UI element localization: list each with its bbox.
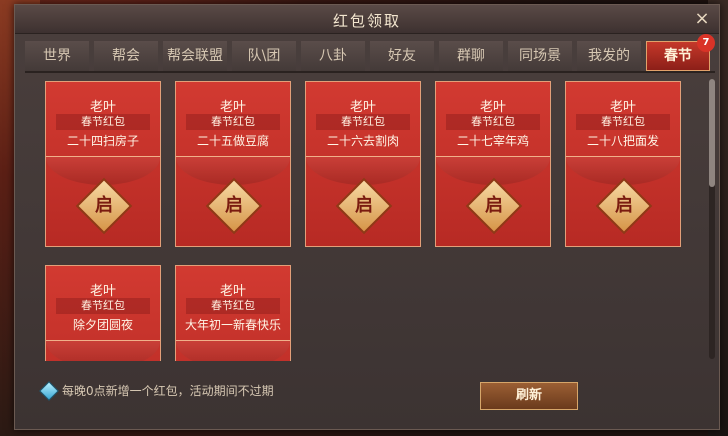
tab-badge: 7 [697, 34, 715, 52]
sender-name: 老叶 [609, 100, 636, 115]
tab-same-scene[interactable]: 同场景 [508, 41, 572, 71]
packet-type: 春节红包 [186, 114, 280, 130]
tab-my-sent[interactable]: 我发的 [577, 41, 641, 71]
tab-team[interactable]: 队\团 [232, 41, 296, 71]
packet-message: 二十六去割肉 [326, 134, 399, 148]
sender-name: 老叶 [219, 100, 246, 115]
seal-label: 启 [615, 195, 633, 216]
packet-message: 二十四扫房子 [66, 134, 139, 148]
tab-friends[interactable]: 好友 [370, 41, 434, 71]
window-title: 红包领取 [332, 12, 401, 30]
seal-label: 启 [95, 195, 113, 216]
packet-type: 春节红包 [446, 114, 540, 130]
red-packet-grid: 老叶 春节红包 二十四扫房子 启 老叶 春节红包 二十五做豆腐 启 老叶 春节红… [45, 77, 705, 361]
tab-guild[interactable]: 帮会 [94, 41, 158, 71]
red-packet-card[interactable]: 老叶 春节红包 二十六去割肉 启 [305, 81, 421, 247]
packet-message: 大年初一新春快乐 [184, 318, 281, 332]
tab-gossip[interactable]: 八卦 [301, 41, 365, 71]
scrollbar-thumb[interactable] [709, 79, 715, 187]
envelope-flap [46, 340, 160, 361]
refresh-button[interactable]: 刷新 [480, 382, 578, 410]
envelope-flap [176, 340, 290, 361]
seal-label: 启 [485, 195, 503, 216]
sender-name: 老叶 [479, 100, 506, 115]
tab-label: 春节 [664, 48, 692, 64]
packet-message: 二十七宰年鸡 [456, 134, 529, 148]
packet-type: 春节红包 [56, 298, 150, 314]
red-packet-card[interactable]: 老叶 春节红包 二十八把面发 启 [565, 81, 681, 247]
seal-label: 启 [225, 195, 243, 216]
packet-type: 春节红包 [186, 298, 280, 314]
packet-type: 春节红包 [576, 114, 670, 130]
tab-spring-festival[interactable]: 春节 7 [646, 34, 715, 71]
sender-name: 老叶 [219, 284, 246, 299]
packet-type: 春节红包 [56, 114, 150, 130]
packet-message: 二十五做豆腐 [196, 134, 269, 148]
footer-note: 每晚0点新增一个红包，活动期间不过期 [62, 384, 274, 398]
sender-name: 老叶 [89, 284, 116, 299]
sender-name: 老叶 [349, 100, 376, 115]
red-packet-card[interactable]: 老叶 春节红包 二十五做豆腐 启 [175, 81, 291, 247]
tab-guild-alliance[interactable]: 帮会联盟 [163, 41, 227, 71]
sender-name: 老叶 [89, 100, 116, 115]
packet-message: 二十八把面发 [586, 134, 659, 148]
red-packet-card[interactable]: 老叶 春节红包 二十四扫房子 启 [45, 81, 161, 247]
seal-label: 启 [355, 195, 373, 216]
channel-tabs: 世界 帮会 帮会联盟 队\团 八卦 好友 群聊 同场景 我发的 春节 7 [25, 34, 715, 73]
packet-type: 春节红包 [316, 114, 410, 130]
tab-world[interactable]: 世界 [25, 41, 89, 71]
red-packet-card[interactable]: 老叶 春节红包 除夕团圆夜 [45, 265, 161, 361]
tab-group-chat[interactable]: 群聊 [439, 41, 503, 71]
red-packet-window: 红包领取 × 世界 帮会 帮会联盟 队\团 八卦 好友 群聊 同场景 我发的 春… [14, 4, 720, 430]
close-icon[interactable]: × [691, 8, 713, 30]
red-packet-card[interactable]: 老叶 春节红包 二十七宰年鸡 启 [435, 81, 551, 247]
red-packet-card[interactable]: 老叶 春节红包 大年初一新春快乐 [175, 265, 291, 361]
vertical-scrollbar[interactable] [709, 79, 715, 359]
packet-message: 除夕团圆夜 [72, 318, 133, 332]
title-bar: 红包领取 × [15, 5, 719, 34]
